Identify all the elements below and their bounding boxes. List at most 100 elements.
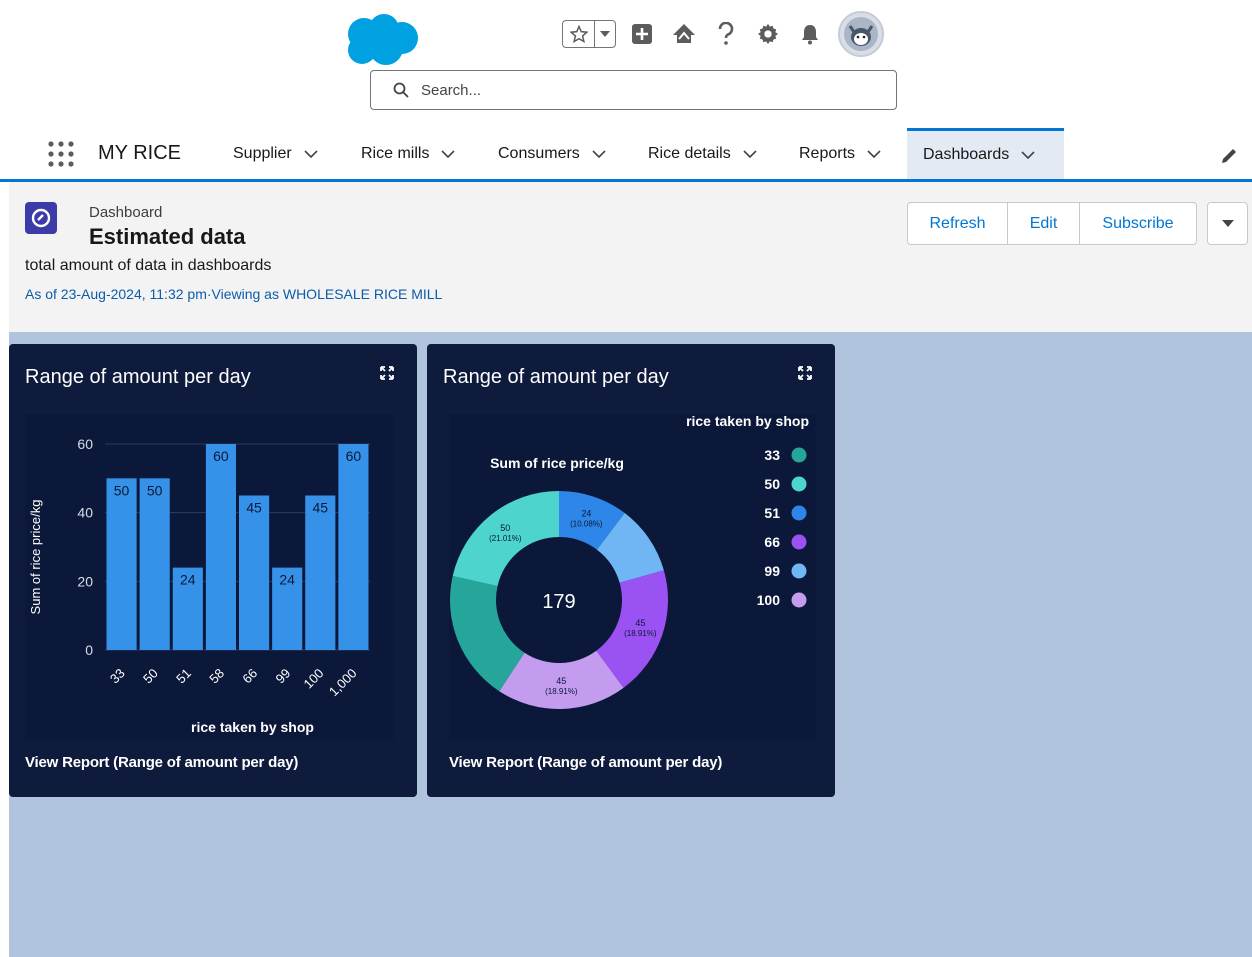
dashboard-widget-donut: Range of amount per day 24 (10.08%) 45 (18.… — [427, 344, 835, 797]
view-report-link[interactable]: View Report (Range of amount per day) — [25, 754, 298, 771]
gear-icon[interactable] — [752, 18, 784, 50]
x-tick-label: 66 — [239, 666, 260, 687]
avatar[interactable] — [838, 11, 884, 57]
legend-swatch — [791, 447, 807, 463]
measure-label: Sum of rice price/kg — [490, 455, 624, 471]
bar — [338, 444, 369, 650]
subscribe-button[interactable]: Subscribe — [1079, 202, 1197, 245]
legend-swatch — [791, 592, 807, 608]
dashboard-description: total amount of data in dashboards — [25, 257, 272, 274]
dashboard-type-label: Dashboard — [89, 204, 163, 221]
page-title: Estimated data — [89, 224, 246, 249]
favorites-button-group — [562, 20, 616, 48]
y-tick-label: 0 — [85, 642, 93, 658]
y-tick-label: 60 — [77, 436, 93, 452]
slice-data-label: 45 — [635, 618, 645, 628]
nav-item-consumers[interactable]: Consumers — [498, 128, 606, 179]
expand-icon[interactable] — [379, 365, 395, 381]
nav-item-rice-details[interactable]: Rice details — [648, 128, 757, 179]
bar-data-label: 45 — [246, 500, 262, 516]
nav-item-reports[interactable]: Reports — [799, 128, 881, 179]
slice-data-label: 24 — [581, 508, 591, 518]
bar-chart-area: 0 20 40 60 50 33 50 50 24 51 60 58 45 66 24 99 45 100 60 1,… — [25, 414, 394, 740]
x-axis-title: rice taken by shop — [191, 719, 314, 735]
donut-total: 179 — [542, 591, 575, 613]
legend-swatch — [791, 505, 807, 521]
nav-item-supplier[interactable]: Supplier — [233, 128, 318, 179]
slice-data-label: 50 — [500, 523, 510, 533]
legend-label: 33 — [764, 447, 780, 463]
search-input[interactable] — [419, 80, 863, 100]
chevron-down-icon[interactable] — [592, 149, 606, 158]
legend-label: 100 — [757, 592, 781, 608]
add-icon[interactable] — [626, 18, 658, 50]
dashboard-widget-bar: Range of amount per day 0 20 40 60 50 33 50 50 2… — [9, 344, 417, 797]
caret-down-icon — [1221, 219, 1234, 227]
bar-data-label: 60 — [346, 448, 362, 464]
more-actions-button[interactable] — [1207, 202, 1248, 245]
bar — [305, 495, 336, 650]
legend-swatch — [791, 534, 807, 550]
chevron-down-icon[interactable] — [743, 149, 757, 158]
nav-item-dashboards[interactable]: Dashboards — [907, 128, 1064, 179]
nav-item-label: Dashboards — [923, 146, 1010, 163]
nav-item-label: Rice details — [648, 144, 731, 162]
nav-item-label: Consumers — [498, 144, 580, 162]
nav-item-label: Supplier — [233, 144, 292, 162]
app-launcher-icon[interactable] — [46, 139, 76, 169]
salesforce-cloud-logo[interactable] — [342, 12, 422, 68]
bar-chart: 0 20 40 60 50 33 50 50 24 51 60 58 45 66 24 99 45 100 60 1,… — [28, 436, 370, 735]
chevron-down-icon[interactable] — [441, 149, 456, 158]
star-icon[interactable] — [563, 21, 595, 47]
app-name: MY RICE — [98, 142, 181, 164]
chevron-down-icon[interactable] — [304, 149, 318, 158]
x-tick-label: 51 — [173, 666, 194, 687]
bar-data-label: 60 — [213, 448, 229, 464]
legend-label: 50 — [764, 476, 780, 492]
dashboard-actions: Refresh Edit Subscribe — [907, 202, 1197, 245]
nav-item-rice-mills[interactable]: Rice mills — [361, 128, 456, 179]
trailhead-icon[interactable] — [668, 18, 700, 50]
bar-data-label: 50 — [114, 482, 130, 498]
dashboard-as-of: As of 23-Aug-2024, 11:32 pm·Viewing as W… — [25, 286, 443, 302]
x-tick-label: 1,000 — [326, 666, 360, 700]
search-icon — [393, 81, 411, 99]
widget-title: Range of amount per day — [25, 366, 251, 388]
x-tick-label: 58 — [206, 666, 227, 687]
slice-percent-label: (18.91%) — [624, 629, 657, 638]
x-tick-label: 99 — [272, 666, 293, 687]
nav-item-label: Reports — [799, 144, 856, 162]
chevron-down-icon[interactable] — [1021, 151, 1035, 159]
slice-percent-label: (21.01%) — [489, 534, 522, 543]
x-tick-label: 100 — [300, 666, 326, 692]
x-tick-label: 33 — [107, 666, 128, 687]
nav-item-label: Rice mills — [361, 144, 430, 162]
view-report-link[interactable]: View Report (Range of amount per day) — [449, 754, 722, 771]
dashboard-header: Dashboard Estimated data total amount of… — [9, 182, 1252, 332]
bar — [205, 444, 236, 650]
x-tick-label: 50 — [140, 666, 161, 687]
y-tick-label: 40 — [77, 505, 93, 521]
bar — [139, 478, 170, 650]
bar-data-label: 24 — [180, 572, 196, 588]
legend-label: 99 — [764, 563, 780, 579]
widget-title: Range of amount per day — [443, 366, 669, 388]
legend-swatch — [791, 563, 807, 579]
chevron-down-icon[interactable] — [867, 149, 881, 158]
global-header — [0, 0, 1252, 128]
global-search[interactable] — [370, 70, 897, 110]
chevron-down-icon[interactable] — [595, 21, 615, 47]
legend-title: rice taken by shop — [686, 414, 809, 429]
expand-icon[interactable] — [797, 365, 813, 381]
help-icon[interactable] — [710, 18, 742, 50]
dashboard-canvas: Range of amount per day 0 20 40 60 50 33 50 50 2… — [9, 332, 1252, 957]
slice-data-label: 45 — [556, 676, 566, 686]
refresh-button[interactable]: Refresh — [907, 202, 1008, 245]
edit-nav-pencil-icon[interactable] — [1219, 146, 1239, 166]
bar — [106, 478, 137, 650]
legend-label: 66 — [764, 534, 780, 550]
slice-percent-label: (18.91%) — [545, 687, 578, 696]
bell-icon[interactable] — [794, 18, 826, 50]
edit-button[interactable]: Edit — [1007, 202, 1080, 245]
bar-data-label: 50 — [147, 482, 163, 498]
